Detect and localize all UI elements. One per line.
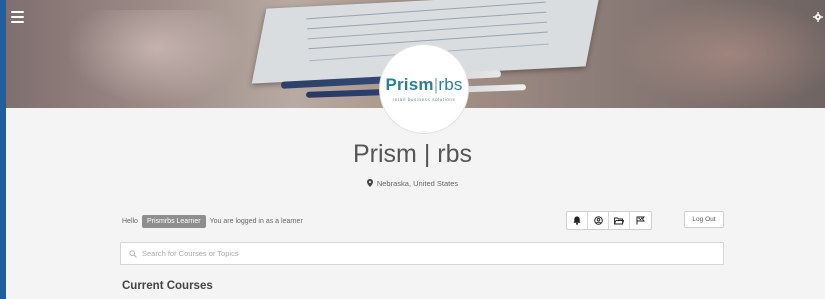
logo-wordmark: Prism|rbs	[380, 75, 468, 95]
login-status-text: You are logged in as a learner	[209, 218, 303, 225]
logo-main-text: Prism	[385, 75, 434, 94]
location-text: Nebraska, United States	[376, 179, 459, 188]
user-toolbar	[566, 211, 652, 230]
user-name-badge[interactable]: Prismrbs Learner	[141, 215, 206, 228]
course-search-bar[interactable]	[120, 242, 724, 265]
banner-decoration	[616, 0, 825, 108]
profile-button[interactable]	[588, 212, 609, 229]
current-courses-heading: Current Courses	[122, 280, 213, 292]
search-input[interactable]	[142, 249, 702, 258]
flag-icon	[636, 216, 645, 225]
profile-logo: Prism|rbs retail business solutions	[380, 45, 468, 133]
notifications-button[interactable]	[567, 212, 588, 229]
folder-icon	[614, 217, 624, 224]
banner-decoration	[66, 10, 246, 105]
flag-button[interactable]	[630, 212, 651, 229]
map-pin-icon	[366, 179, 373, 187]
gear-icon[interactable]	[813, 12, 823, 22]
search-icon	[129, 249, 137, 258]
logout-button[interactable]: Log Out	[684, 211, 724, 228]
user-circle-icon	[593, 216, 603, 225]
bell-icon	[573, 216, 581, 225]
logo-tagline: retail business solutions	[392, 97, 456, 102]
profile-title: Prism | rbs	[353, 140, 472, 168]
files-button[interactable]	[609, 212, 630, 229]
logo-secondary-text: rbs	[438, 75, 463, 94]
profile-location: Nebraska, United States	[0, 179, 825, 188]
greeting-hello: Hello	[122, 218, 138, 225]
hamburger-menu-icon[interactable]	[11, 11, 24, 23]
greeting-row: Hello Prismrbs Learner You are logged in…	[122, 215, 303, 228]
